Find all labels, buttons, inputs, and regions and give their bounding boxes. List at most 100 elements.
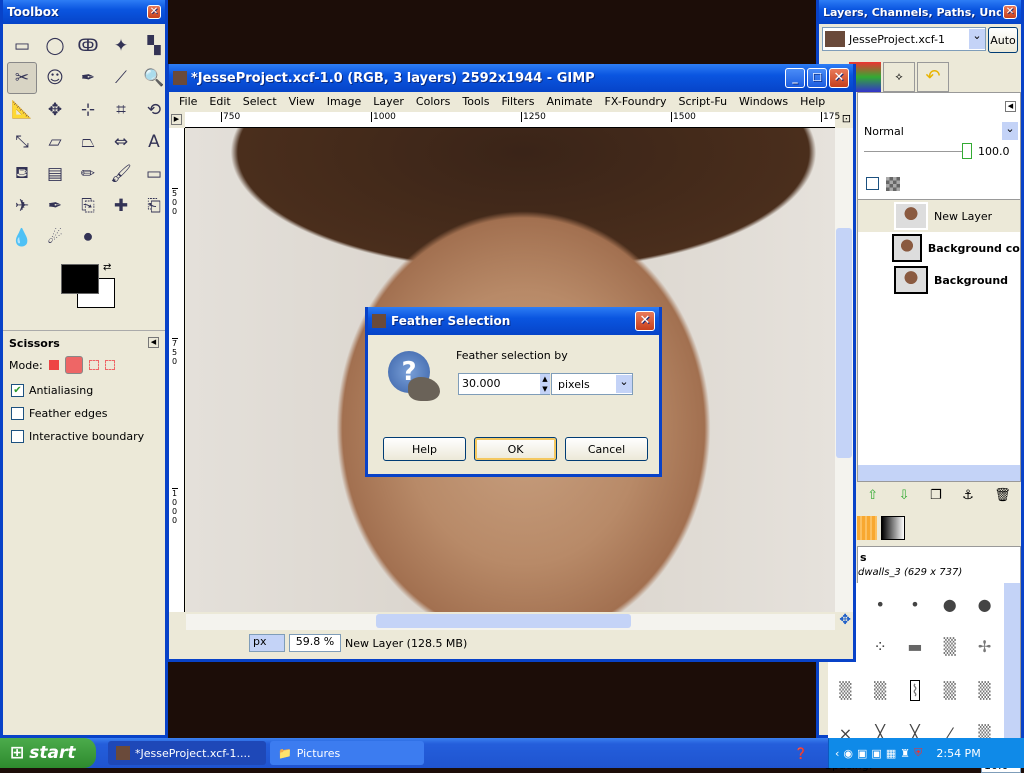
zoom-fit-icon[interactable]: ⊡ (842, 112, 851, 125)
task-pictures[interactable]: 📁 Pictures (270, 741, 424, 765)
help-tray-icon[interactable]: ❓ (794, 747, 808, 760)
anchor-layer-icon[interactable]: ⚓ (962, 488, 974, 503)
foreground-color[interactable] (61, 264, 99, 294)
paintbrush-tool-icon[interactable]: 🖌 (106, 158, 136, 190)
crop-tool-icon[interactable]: ⌗ (106, 94, 136, 126)
interactive-boundary-checkbox[interactable]: Interactive boundary (11, 430, 165, 443)
tray-lock-icon[interactable]: ♜ (900, 747, 910, 760)
rect-select-tool-icon[interactable]: ▭ (7, 30, 37, 62)
color-select-tool-icon[interactable]: ▚ (139, 30, 169, 62)
vertical-scrollbar[interactable] (835, 128, 853, 612)
perspective-clone-tool-icon[interactable]: ⎗ (139, 190, 169, 222)
image-titlebar[interactable]: *JesseProject.xcf-1.0 (RGB, 3 layers) 25… (169, 64, 853, 92)
perspective-tool-icon[interactable]: ⏢ (73, 126, 103, 158)
dodge-burn-tool-icon[interactable]: ⚫ (73, 222, 103, 254)
layer-mode-select[interactable]: Normal ⌄ (864, 121, 1018, 141)
close-button[interactable]: ✕ (829, 68, 849, 88)
blur-tool-icon[interactable]: ☄ (40, 222, 70, 254)
menu-tools[interactable]: Tools (456, 95, 495, 109)
zoom-select[interactable]: 59.8 % (289, 634, 341, 652)
color-picker-tool-icon[interactable]: ⟋ (106, 62, 136, 94)
configure-icon[interactable]: ◀ (1005, 101, 1016, 112)
tab-undo[interactable]: ↶ (917, 62, 949, 92)
vertical-ruler[interactable]: 500 750 1000 (169, 128, 185, 612)
raise-layer-icon[interactable]: ⇧ (867, 488, 878, 503)
mode-intersect-icon[interactable] (104, 360, 115, 370)
opacity-value[interactable]: 100.0 (978, 145, 1010, 158)
brush-scrollbar[interactable] (1004, 583, 1020, 755)
menu-help[interactable]: Help (794, 95, 831, 109)
swap-colors-icon[interactable]: ⇄ (103, 262, 111, 273)
mode-subtract-icon[interactable] (88, 360, 99, 370)
opacity-handle[interactable] (962, 143, 972, 159)
tray-app-icon[interactable]: ▦ (886, 747, 896, 760)
move-tool-icon[interactable]: ✥ (40, 94, 70, 126)
radius-spinner[interactable]: ▲ ▼ (540, 374, 550, 394)
network-icon-2[interactable]: ▣ (871, 747, 881, 760)
color-swatches[interactable]: ⇄ (3, 262, 165, 324)
close-button[interactable]: ✕ (147, 5, 161, 19)
shear-tool-icon[interactable]: ▱ (40, 126, 70, 158)
text-tool-icon[interactable]: A (139, 126, 169, 158)
horizontal-ruler[interactable]: 750 1000 1250 1500 175 (185, 112, 840, 128)
menu-animate[interactable]: Animate (540, 95, 598, 109)
layer-row[interactable]: Background (858, 264, 1020, 296)
task-gimp[interactable]: *JesseProject.xcf-1.... (108, 741, 266, 765)
delete-layer-icon[interactable]: 🗑 (994, 488, 1011, 503)
layer-row[interactable]: New Layer (858, 200, 1020, 232)
clone-tool-icon[interactable]: ⎘ (73, 190, 103, 222)
start-button[interactable]: ⊞ start (0, 738, 96, 768)
gradient-swatch[interactable] (881, 516, 905, 540)
unit-select[interactable]: pixels ⌄ (551, 373, 633, 395)
configure-icon[interactable]: ◀ (148, 337, 159, 348)
pattern-swatch[interactable] (857, 516, 877, 540)
free-select-tool-icon[interactable]: ↂ (73, 30, 103, 62)
toolbox-titlebar[interactable]: Toolbox ✕ (3, 0, 165, 24)
fuzzy-select-tool-icon[interactable]: ✦ (106, 30, 136, 62)
menu-file[interactable]: File (173, 95, 203, 109)
ellipse-select-tool-icon[interactable]: ◯ (40, 30, 70, 62)
flip-tool-icon[interactable]: ⇔ (106, 126, 136, 158)
mode-replace-icon[interactable] (48, 360, 59, 370)
lock-pixels-checkbox[interactable] (866, 177, 879, 190)
airbrush-tool-icon[interactable]: ✈ (7, 190, 37, 222)
menu-fx-foundry[interactable]: FX-Foundry (599, 95, 673, 109)
scissors-tool-icon[interactable]: ✂ (7, 62, 37, 94)
dialog-titlebar[interactable]: Feather Selection ✕ (368, 307, 659, 335)
heal-tool-icon[interactable]: ✚ (106, 190, 136, 222)
cancel-button[interactable]: Cancel (565, 437, 648, 461)
menu-select[interactable]: Select (237, 95, 283, 109)
align-tool-icon[interactable]: ⊹ (73, 94, 103, 126)
navigate-icon[interactable]: ✥ (839, 612, 851, 628)
mode-add-icon[interactable] (64, 356, 83, 374)
measure-tool-icon[interactable]: 📐 (7, 94, 37, 126)
layer-list-scrollbar[interactable] (858, 465, 1020, 481)
menu-script-fu[interactable]: Script-Fu (672, 95, 733, 109)
minimize-button[interactable]: _ (785, 68, 805, 88)
menu-layer[interactable]: Layer (367, 95, 410, 109)
help-button[interactable]: Help (383, 437, 466, 461)
tab-paths[interactable]: ⟡ (883, 62, 915, 92)
foreground-select-tool-icon[interactable]: ☺ (40, 62, 70, 94)
opacity-slider[interactable] (864, 151, 964, 152)
menu-filters[interactable]: Filters (495, 95, 540, 109)
auto-button[interactable]: Auto (988, 27, 1018, 53)
duplicate-layer-icon[interactable]: ❐ (930, 488, 942, 503)
layer-row[interactable]: Background copy (858, 232, 1020, 264)
quickmask-toggle[interactable]: ▶ (171, 114, 182, 125)
lock-alpha-icon[interactable] (886, 177, 900, 191)
close-button[interactable]: ✕ (1003, 5, 1017, 19)
paths-tool-icon[interactable]: ✒ (73, 62, 103, 94)
feather-edges-checkbox[interactable]: Feather edges (11, 407, 165, 420)
horizontal-scrollbar[interactable] (186, 614, 835, 630)
menu-view[interactable]: View (283, 95, 321, 109)
smudge-tool-icon[interactable]: 💧 (7, 222, 37, 254)
ok-button[interactable]: OK (474, 437, 557, 461)
close-button[interactable]: ✕ (635, 311, 655, 331)
menu-windows[interactable]: Windows (733, 95, 794, 109)
lower-layer-icon[interactable]: ⇩ (899, 488, 910, 503)
feather-radius-input[interactable]: 30.000 (458, 373, 550, 395)
pencil-tool-icon[interactable]: ✏ (73, 158, 103, 190)
tray-expand-icon[interactable]: ‹ (835, 747, 839, 760)
security-shield-icon[interactable]: ⛨ (914, 746, 922, 760)
